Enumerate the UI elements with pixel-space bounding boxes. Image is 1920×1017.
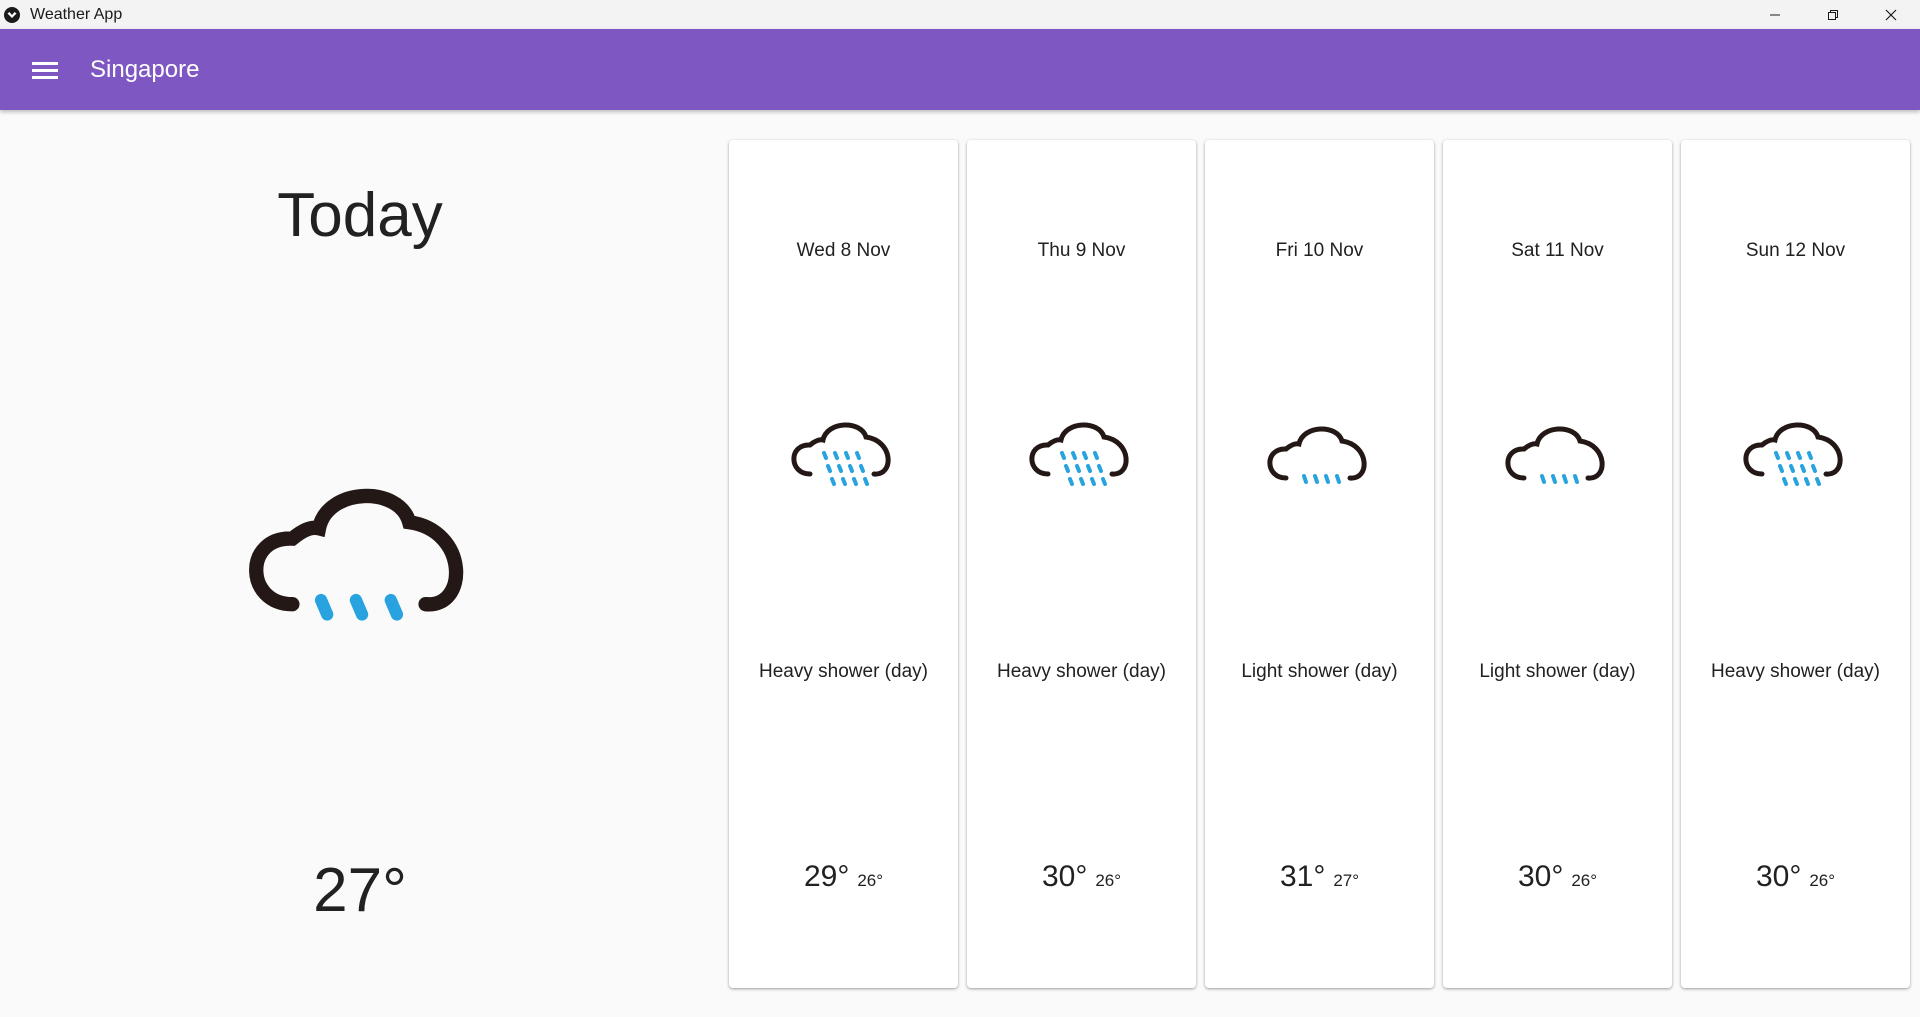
forecast-date: Sun 12 Nov xyxy=(1745,240,1846,261)
forecast-high: 30° xyxy=(1517,860,1564,893)
forecast-condition: Heavy shower (day) xyxy=(759,661,928,682)
forecast-high: 31° xyxy=(1279,860,1326,893)
forecast-date: Wed 8 Nov xyxy=(796,240,891,261)
today-temperature: 27° xyxy=(313,856,407,925)
forecast-high: 29° xyxy=(803,860,850,893)
heavy-rain-cloud-icon xyxy=(1735,408,1857,518)
forecast-card[interactable]: Wed 8 Nov Heavy shower (day) 29° 26° xyxy=(729,140,958,988)
today-panel: Today 27° xyxy=(0,110,720,1017)
restore-button[interactable] xyxy=(1804,0,1862,29)
forecast-temperatures: 30° 26° xyxy=(967,860,1196,894)
close-icon xyxy=(1885,9,1897,20)
forecast-card[interactable]: Sun 12 Nov Heavy shower (day) 30° 26° xyxy=(1681,140,1910,988)
heavy-rain-cloud-icon xyxy=(1021,408,1143,518)
light-rain-cloud-icon xyxy=(1259,408,1381,518)
close-button[interactable] xyxy=(1862,0,1920,29)
forecast-low: 26° xyxy=(1571,871,1598,890)
forecast-high: 30° xyxy=(1041,860,1088,893)
minimize-icon xyxy=(1770,14,1780,15)
forecast-card[interactable]: Sat 11 Nov Light shower (day) 30° 26° xyxy=(1443,140,1672,988)
forecast-temperatures: 30° 26° xyxy=(1443,860,1672,894)
forecast-condition: Heavy shower (day) xyxy=(997,661,1166,682)
menu-button[interactable] xyxy=(21,46,69,94)
forecast-card[interactable]: Thu 9 Nov Heavy shower (day) 30° 26° xyxy=(967,140,1196,988)
forecast-condition: Light shower (day) xyxy=(1479,661,1636,682)
forecast-temperatures: 31° 27° xyxy=(1205,860,1434,894)
forecast-condition: Light shower (day) xyxy=(1241,661,1398,682)
minimize-button[interactable] xyxy=(1746,0,1804,29)
forecast-low: 26° xyxy=(1809,871,1836,890)
forecast-date: Fri 10 Nov xyxy=(1275,240,1364,261)
forecast-temperatures: 29° 26° xyxy=(729,860,958,894)
forecast-low: 26° xyxy=(1095,871,1122,890)
forecast-date: Thu 9 Nov xyxy=(1037,240,1126,261)
menu-icon xyxy=(32,61,58,79)
window-controls xyxy=(1746,0,1920,29)
window-titlebar: Weather App xyxy=(0,0,1920,29)
forecast-card[interactable]: Fri 10 Nov Light shower (day) 31° 27° xyxy=(1205,140,1434,988)
forecast-low: 27° xyxy=(1333,871,1360,890)
heavy-rain-cloud-icon xyxy=(783,408,905,518)
today-label: Today xyxy=(277,181,443,250)
light-rain-cloud-icon xyxy=(237,460,483,650)
forecast-list: Wed 8 Nov Heavy shower (day) 29° 26° Thu … xyxy=(729,140,1910,988)
forecast-low: 26° xyxy=(857,871,884,890)
city-title: Singapore xyxy=(90,55,200,83)
forecast-temperatures: 30° 26° xyxy=(1681,860,1910,894)
window-title: Weather App xyxy=(30,5,123,23)
app-bar: Singapore xyxy=(0,29,1920,110)
app-logo-icon xyxy=(3,6,21,24)
light-rain-cloud-icon xyxy=(1497,408,1619,518)
forecast-condition: Heavy shower (day) xyxy=(1711,661,1880,682)
forecast-date: Sat 11 Nov xyxy=(1511,240,1604,261)
forecast-high: 30° xyxy=(1755,860,1802,893)
restore-icon xyxy=(1828,9,1838,20)
